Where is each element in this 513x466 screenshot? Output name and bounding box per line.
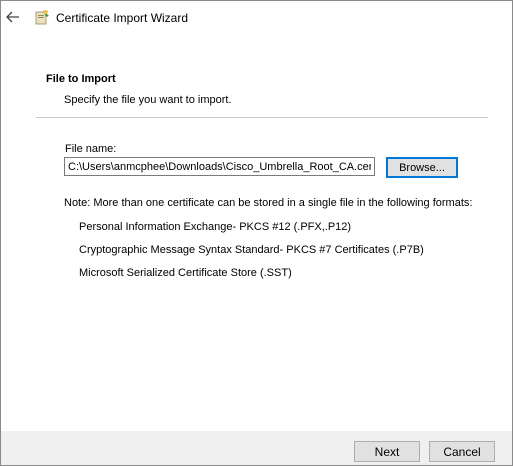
cancel-button[interactable]: Cancel (429, 441, 495, 462)
format-item-sst: Microsoft Serialized Certificate Store (… (79, 267, 292, 279)
window-title: Certificate Import Wizard (56, 11, 189, 25)
back-button[interactable] (4, 8, 22, 26)
wizard-footer: Next Cancel (1, 431, 512, 465)
format-item-pfx: Personal Information Exchange- PKCS #12 … (79, 221, 352, 233)
file-name-label: File name: (65, 143, 117, 155)
wizard-header: File to Import Specify the file you want… (1, 35, 512, 115)
note-text: Note: More than one certificate can be s… (64, 197, 473, 209)
page-title: File to Import (46, 73, 116, 85)
format-item-p7b: Cryptographic Message Syntax Standard- P… (79, 244, 424, 256)
page-subtitle: Specify the file you want to import. (64, 94, 232, 106)
browse-button[interactable]: Browse... (386, 157, 458, 178)
certificate-wizard-icon (35, 10, 49, 25)
back-arrow-icon (6, 11, 19, 23)
header-divider (36, 117, 488, 118)
title-bar: Certificate Import Wizard (1, 1, 512, 35)
file-name-input[interactable] (64, 157, 375, 176)
next-button[interactable]: Next (354, 441, 420, 462)
certificate-import-wizard-window: Certificate Import Wizard File to Import… (0, 0, 513, 466)
